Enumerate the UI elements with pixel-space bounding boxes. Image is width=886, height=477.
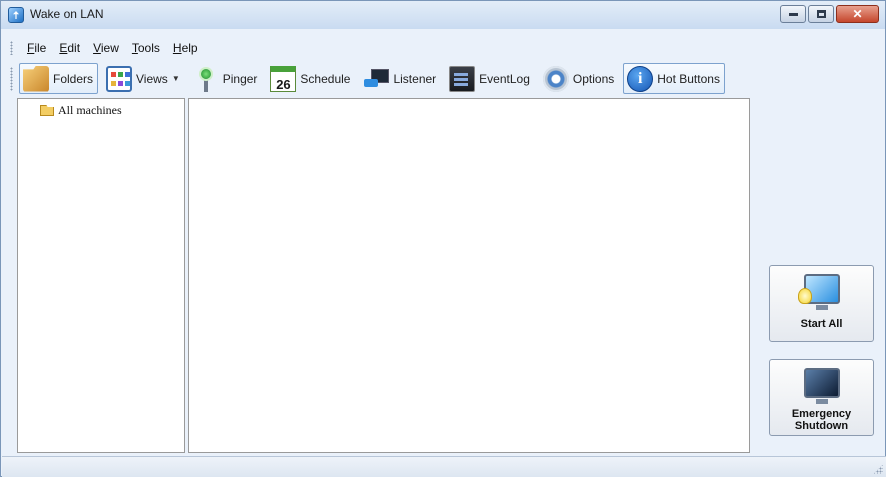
menu-help[interactable]: Help	[167, 41, 205, 55]
calendar-icon	[270, 65, 297, 92]
resize-grip[interactable]	[873, 464, 883, 474]
folders-icon	[23, 65, 49, 92]
folder-tree[interactable]: All machines	[17, 98, 185, 453]
menu-tools-rest: ools	[137, 41, 160, 55]
menu-file[interactable]: File	[21, 41, 53, 55]
window-controls: ✕	[780, 5, 879, 23]
tree-item-label: All machines	[58, 103, 122, 117]
minimize-icon	[788, 12, 798, 16]
window-title: Wake on LAN	[30, 7, 104, 21]
folder-icon	[40, 105, 54, 116]
monitor-off-icon	[803, 368, 840, 404]
menu-help-rest: elp	[181, 41, 198, 55]
menu-help-mnemonic: H	[172, 41, 182, 55]
menu-view-mnemonic: V	[93, 41, 101, 55]
antenna-icon	[193, 66, 219, 92]
listener-button[interactable]: Listener	[359, 63, 441, 94]
maximize-icon	[816, 10, 826, 18]
menu-tools[interactable]: Tools	[126, 41, 167, 55]
emergency-shutdown-label: Emergency Shutdown	[791, 408, 852, 432]
toolbar: Folders Views ▼ Pinger Schedule Listener…	[2, 61, 729, 96]
listener-label: Listener	[393, 71, 437, 86]
gear-icon	[542, 65, 569, 92]
app-icon[interactable]	[8, 7, 24, 23]
toolbar-grip[interactable]	[10, 66, 13, 91]
maximize-button[interactable]	[808, 5, 834, 23]
event-log-icon	[449, 65, 476, 92]
start-all-label: Start All	[800, 318, 843, 330]
menu-file-rest: ile	[34, 41, 47, 55]
views-button[interactable]: Views ▼	[102, 63, 185, 94]
folders-button[interactable]: Folders	[19, 63, 99, 94]
minimize-button[interactable]	[780, 5, 806, 23]
monitor-bulb-icon	[797, 274, 840, 310]
pinger-label: Pinger	[222, 71, 258, 86]
network-monitor-icon	[363, 66, 390, 92]
start-all-button[interactable]: Start All	[769, 265, 874, 342]
views-label: Views	[136, 71, 168, 86]
light-bulb-icon	[797, 288, 812, 304]
eventlog-button[interactable]: EventLog	[445, 63, 535, 94]
title-bar[interactable]: Wake on LAN ✕	[1, 1, 885, 29]
menu-bar: File Edit View Tools Help	[2, 38, 205, 58]
close-button[interactable]: ✕	[836, 5, 879, 23]
views-icon	[106, 65, 133, 92]
emergency-shutdown-button[interactable]: Emergency Shutdown	[769, 359, 874, 436]
menu-view[interactable]: View	[87, 41, 126, 55]
hot-buttons-label: Hot Buttons	[657, 71, 720, 86]
schedule-label: Schedule	[300, 71, 351, 86]
info-icon	[627, 65, 654, 92]
menu-grip[interactable]	[10, 41, 13, 55]
options-button[interactable]: Options	[539, 63, 619, 94]
schedule-button[interactable]: Schedule	[266, 63, 355, 94]
app-window: Wake on LAN ✕ File Edit View Tools Help …	[0, 0, 886, 477]
options-label: Options	[572, 71, 615, 86]
tree-item-all-machines[interactable]: All machines	[40, 103, 122, 118]
status-bar	[2, 456, 886, 477]
machine-list[interactable]	[188, 98, 750, 453]
menu-edit[interactable]: Edit	[53, 41, 87, 55]
pinger-button[interactable]: Pinger	[189, 63, 263, 94]
menu-view-rest: iew	[100, 41, 119, 55]
eventlog-label: EventLog	[479, 71, 530, 86]
folders-label: Folders	[53, 71, 94, 86]
chevron-down-icon[interactable]: ▼	[172, 74, 180, 83]
close-icon: ✕	[852, 7, 863, 21]
hot-buttons-button[interactable]: Hot Buttons	[623, 63, 725, 94]
menu-edit-rest: dit	[67, 41, 81, 55]
